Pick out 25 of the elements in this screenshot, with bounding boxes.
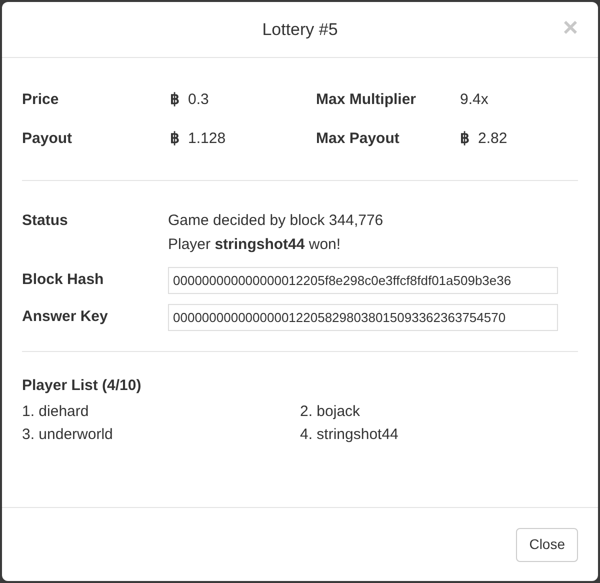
dialog-title: Lottery #5	[262, 18, 338, 41]
stat-label: Payout	[22, 129, 74, 149]
player-entry: 1. diehard	[22, 402, 90, 422]
player-entry: 3. underworld	[22, 425, 114, 445]
status-text: Player stringshot44 won!	[168, 235, 342, 255]
field-label: Block Hash	[22, 270, 105, 290]
currency-symbol: ฿	[170, 129, 180, 149]
currency-symbol: ฿	[170, 90, 180, 110]
player-entry: 4. stringshot44	[300, 425, 400, 445]
player-entry: 2. bojack	[300, 402, 362, 422]
player-list-title: Player List (4/10)	[22, 376, 142, 396]
stat-value: 1.128	[188, 129, 226, 149]
hash-field[interactable]: 000000000000000012205f8e298c0e3ffcf8fdf01a509b3e36	[168, 267, 558, 294]
status-label: Status	[22, 211, 69, 231]
field-label: Answer Key	[22, 307, 109, 327]
hash-field[interactable]: 0000000000000000122058298038015093362363754570	[168, 304, 558, 331]
stat-value: 2.82	[478, 129, 508, 149]
stat-label: Max Payout	[316, 129, 400, 149]
stat-label: Max Multiplier	[316, 90, 418, 110]
currency-symbol: ฿	[460, 129, 470, 149]
stat-value: 0.3	[188, 90, 209, 110]
stat-value: 9.4x	[460, 90, 488, 110]
status-text: Game decided by block 344,776	[168, 211, 384, 231]
close-button[interactable]: Close	[516, 528, 578, 562]
stat-label: Price	[22, 90, 60, 110]
